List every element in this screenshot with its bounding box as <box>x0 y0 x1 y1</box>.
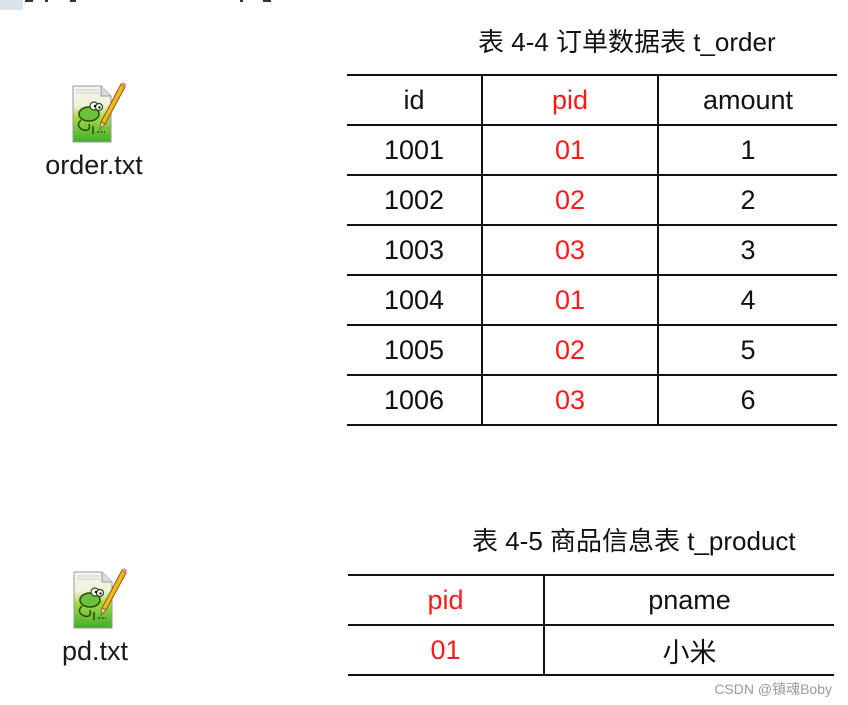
table-header-row: pid pname <box>348 574 834 626</box>
table-row: 1005 02 5 <box>347 324 837 376</box>
cell-id: 1003 <box>347 224 483 276</box>
file-pd-txt[interactable]: pd.txt <box>35 568 155 667</box>
table-row: 1006 03 6 <box>347 374 837 426</box>
top-edge-fragment <box>0 0 23 10</box>
header-pname: pname <box>543 574 834 626</box>
header-pid: pid <box>481 74 659 126</box>
file-order-txt[interactable]: order.txt <box>28 82 160 181</box>
table-row: 1002 02 2 <box>347 174 837 226</box>
cell-pid: 03 <box>481 224 659 276</box>
cell-amount: 3 <box>657 224 837 276</box>
cell-id: 1002 <box>347 174 483 226</box>
cell-id: 1001 <box>347 124 483 176</box>
table-header-row: id pid amount <box>347 74 837 126</box>
top-cropped-text-fragment <box>25 0 285 3</box>
cell-pid: 02 <box>481 324 659 376</box>
cell-amount: 4 <box>657 274 837 326</box>
cell-id: 1006 <box>347 374 483 426</box>
cell-pid: 03 <box>481 374 659 426</box>
product-table-caption: 表 4-5 商品信息表 t_product <box>472 526 796 556</box>
order-table: id pid amount 1001 01 1 1002 02 2 1003 0… <box>347 74 837 426</box>
cell-amount: 2 <box>657 174 837 226</box>
cell-id: 1005 <box>347 324 483 376</box>
cell-pname: 小米 <box>543 624 834 676</box>
header-id: id <box>347 74 483 126</box>
cell-amount: 1 <box>657 124 837 176</box>
notepad-plus-plus-file-icon <box>61 82 127 148</box>
csdn-watermark: CSDN @镇魂Boby <box>714 681 832 697</box>
header-amount: amount <box>657 74 837 126</box>
cell-id: 1004 <box>347 274 483 326</box>
order-table-caption: 表 4-4 订单数据表 t_order <box>478 27 776 57</box>
cell-pid: 02 <box>481 174 659 226</box>
cell-pid: 01 <box>348 624 545 676</box>
cell-amount: 6 <box>657 374 837 426</box>
cell-amount: 5 <box>657 324 837 376</box>
file-name-label: order.txt <box>45 150 143 180</box>
table-row: 1001 01 1 <box>347 124 837 176</box>
table-row: 01 小米 <box>348 624 834 676</box>
table-row: 1004 01 4 <box>347 274 837 326</box>
table-row: 1003 03 3 <box>347 224 837 276</box>
header-pid: pid <box>348 574 545 626</box>
file-name-label: pd.txt <box>61 636 129 666</box>
cell-pid: 01 <box>481 124 659 176</box>
cell-pid: 01 <box>481 274 659 326</box>
product-table: pid pname 01 小米 <box>348 574 834 676</box>
notepad-plus-plus-file-icon <box>62 568 128 634</box>
